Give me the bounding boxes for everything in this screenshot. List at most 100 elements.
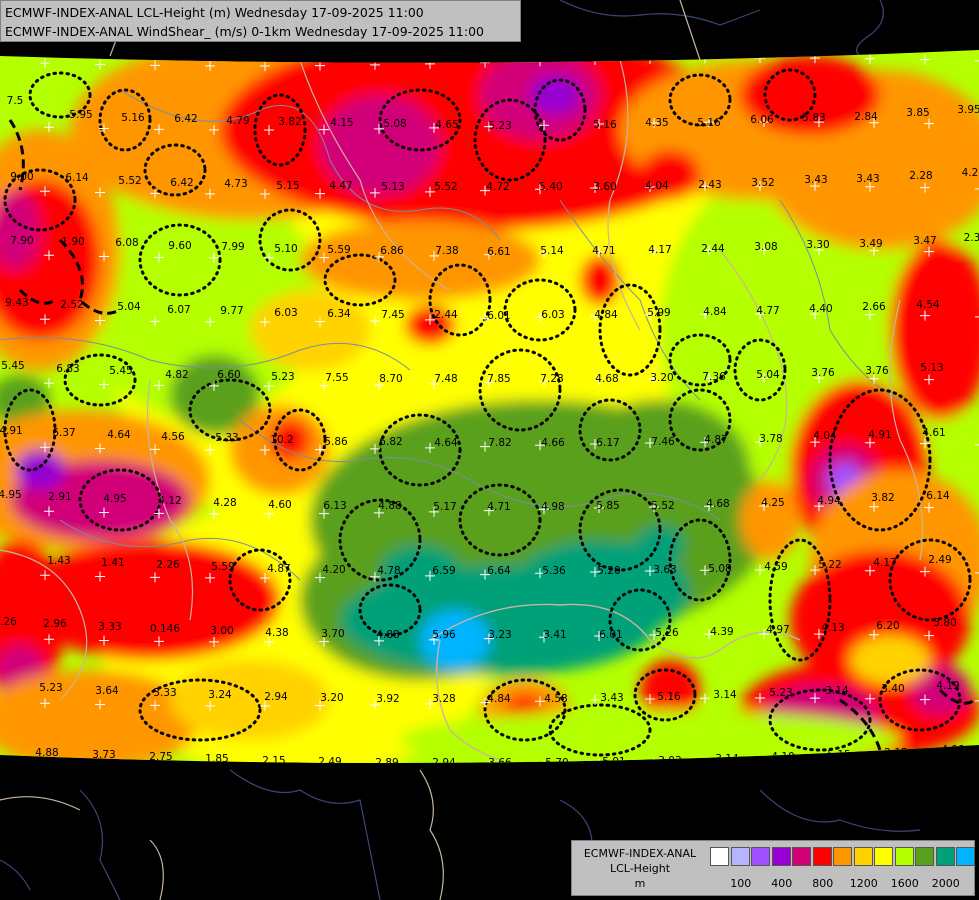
shear-value: 5.13 xyxy=(920,362,943,374)
shear-value: 7.85 xyxy=(487,373,510,385)
shear-value: 3.78 xyxy=(759,433,782,445)
shear-value: 4.84 xyxy=(487,693,511,705)
shear-value: 5.22 xyxy=(818,559,841,571)
shear-value: 7.46 xyxy=(651,436,675,448)
shear-value: 4.13 xyxy=(821,622,844,634)
shear-value: 4.2 xyxy=(962,167,979,179)
shear-value: 3.14 xyxy=(825,685,849,697)
shear-value: 3.30 xyxy=(806,239,829,251)
legend-swatch xyxy=(915,847,934,866)
shear-value: 4.68 xyxy=(706,498,729,510)
shear-value: 5.20 xyxy=(597,565,620,577)
shear-value: 6.61 xyxy=(487,246,510,258)
shear-value: 6.01 xyxy=(487,310,510,322)
shear-value: 4.98 xyxy=(541,501,564,513)
shear-value: 2.96 xyxy=(43,618,67,630)
shear-value: 5.85 xyxy=(596,500,619,512)
shear-value: 5.83 xyxy=(802,112,825,124)
shear-value: 3.70 xyxy=(321,628,344,640)
shear-value: 0.146 xyxy=(150,623,180,635)
shear-value: 9.60 xyxy=(168,240,191,252)
shear-value: 2.3 xyxy=(964,232,979,244)
shear-value: 3.43 xyxy=(856,173,879,185)
shear-value: 6.42 xyxy=(174,113,197,125)
legend-parameter: LCL-Height xyxy=(609,862,671,875)
shear-value: 4.65 xyxy=(435,119,458,131)
shear-value: 7.90 xyxy=(10,235,33,247)
shear-value: 5.52 xyxy=(118,175,141,187)
shear-value: 2.84 xyxy=(854,111,878,123)
shear-value: 4.88 xyxy=(376,629,399,641)
shear-value: 6.59 xyxy=(432,565,455,577)
shear-value: 7.36 xyxy=(702,371,726,383)
shear-value: 6.03 xyxy=(541,309,564,321)
shear-value: 2.66 xyxy=(862,301,886,313)
shear-value: 4.84 xyxy=(703,306,727,318)
legend-swatch xyxy=(833,847,852,866)
shear-value: 5.36 xyxy=(542,565,566,577)
shear-value: 3.40 xyxy=(881,683,904,695)
shear-value: 3.92 xyxy=(376,693,399,705)
shear-value: 5.23 xyxy=(39,682,62,694)
shear-value: 2.44 xyxy=(701,243,725,255)
shear-value: 5.59 xyxy=(211,561,234,573)
shear-value: 3.33 xyxy=(98,621,121,633)
shear-value: 4.12 xyxy=(158,495,181,507)
shear-value: 4.47 xyxy=(329,180,352,192)
shear-value: 5.40 xyxy=(539,181,562,193)
shear-value: 4.61 xyxy=(922,427,945,439)
shear-value: 7.48 xyxy=(434,373,457,385)
shear-value: 6.34 xyxy=(327,308,351,320)
shear-value: 4.25 xyxy=(761,497,784,509)
shear-value: 7.45 xyxy=(381,309,404,321)
shear-value: 3.08 xyxy=(754,241,777,253)
shear-value: 7.99 xyxy=(221,241,244,253)
shear-value: 6.06 xyxy=(750,114,774,126)
shear-value: 6.82 xyxy=(379,436,402,448)
shear-value: 4.60 xyxy=(268,499,291,511)
shear-value: 6.14 xyxy=(926,490,950,502)
shear-value: 4.95 xyxy=(0,489,22,501)
shear-value: 5.99 xyxy=(647,307,670,319)
shear-value: 6.37 xyxy=(52,427,75,439)
shear-value: 5.26 xyxy=(655,627,679,639)
shear-value: 6.07 xyxy=(167,304,190,316)
shear-value: 6.14 xyxy=(65,172,89,184)
shear-value: 5.10 xyxy=(274,243,297,255)
shear-value: 3.43 xyxy=(600,692,623,704)
shear-value: 9.77 xyxy=(220,305,243,317)
shear-value: 3.82 xyxy=(278,116,301,128)
shear-value: 4.04 xyxy=(813,430,837,442)
shear-value: 6.13 xyxy=(323,500,346,512)
shear-value: 6.64 xyxy=(487,565,511,577)
shear-value: 5.23 xyxy=(271,371,294,383)
shear-value: 4.19 xyxy=(936,680,959,692)
shear-value: 6.42 xyxy=(170,177,193,189)
shear-value: 3.52 xyxy=(751,177,774,189)
shear-value: 4.82 xyxy=(165,369,188,381)
shear-value: 4.77 xyxy=(756,305,779,317)
shear-value: 3.14 xyxy=(713,689,737,701)
shear-value: 4.35 xyxy=(645,117,668,129)
shear-value: 6.03 xyxy=(274,307,297,319)
lcl-height-map: 7.5 5.95 5.16 6.42 4.79 3.82 4.15 5.08 4.65 5.23 5… xyxy=(0,0,979,900)
shear-value: 7.55 xyxy=(325,372,348,384)
shear-value: 7.38 xyxy=(435,245,458,257)
shear-value: 3.47 xyxy=(913,235,936,247)
shear-value: 5.33 xyxy=(215,432,238,444)
shear-value: 3.64 xyxy=(95,685,119,697)
shear-value: 4.78 xyxy=(377,565,400,577)
shear-value: 3.85 xyxy=(906,107,929,119)
shear-value: 4.20 xyxy=(322,564,345,576)
shear-value: 4.64 xyxy=(107,429,131,441)
shear-value: 5.16 xyxy=(593,119,617,131)
shear-value: 3.49 xyxy=(859,238,882,250)
shear-value: 4.95 xyxy=(103,493,126,505)
shear-value: 4.40 xyxy=(809,303,832,315)
shear-value: 6.08 xyxy=(115,237,138,249)
shear-value: 5.15 xyxy=(276,180,299,192)
shear-value: 5.16 xyxy=(697,117,721,129)
legend-swatch xyxy=(710,847,729,866)
legend-tick-label: 800 xyxy=(812,877,834,890)
lcl-field: 7.5 5.95 5.16 6.42 4.79 3.82 4.15 5.08 4.65 5.23 5… xyxy=(0,50,979,763)
